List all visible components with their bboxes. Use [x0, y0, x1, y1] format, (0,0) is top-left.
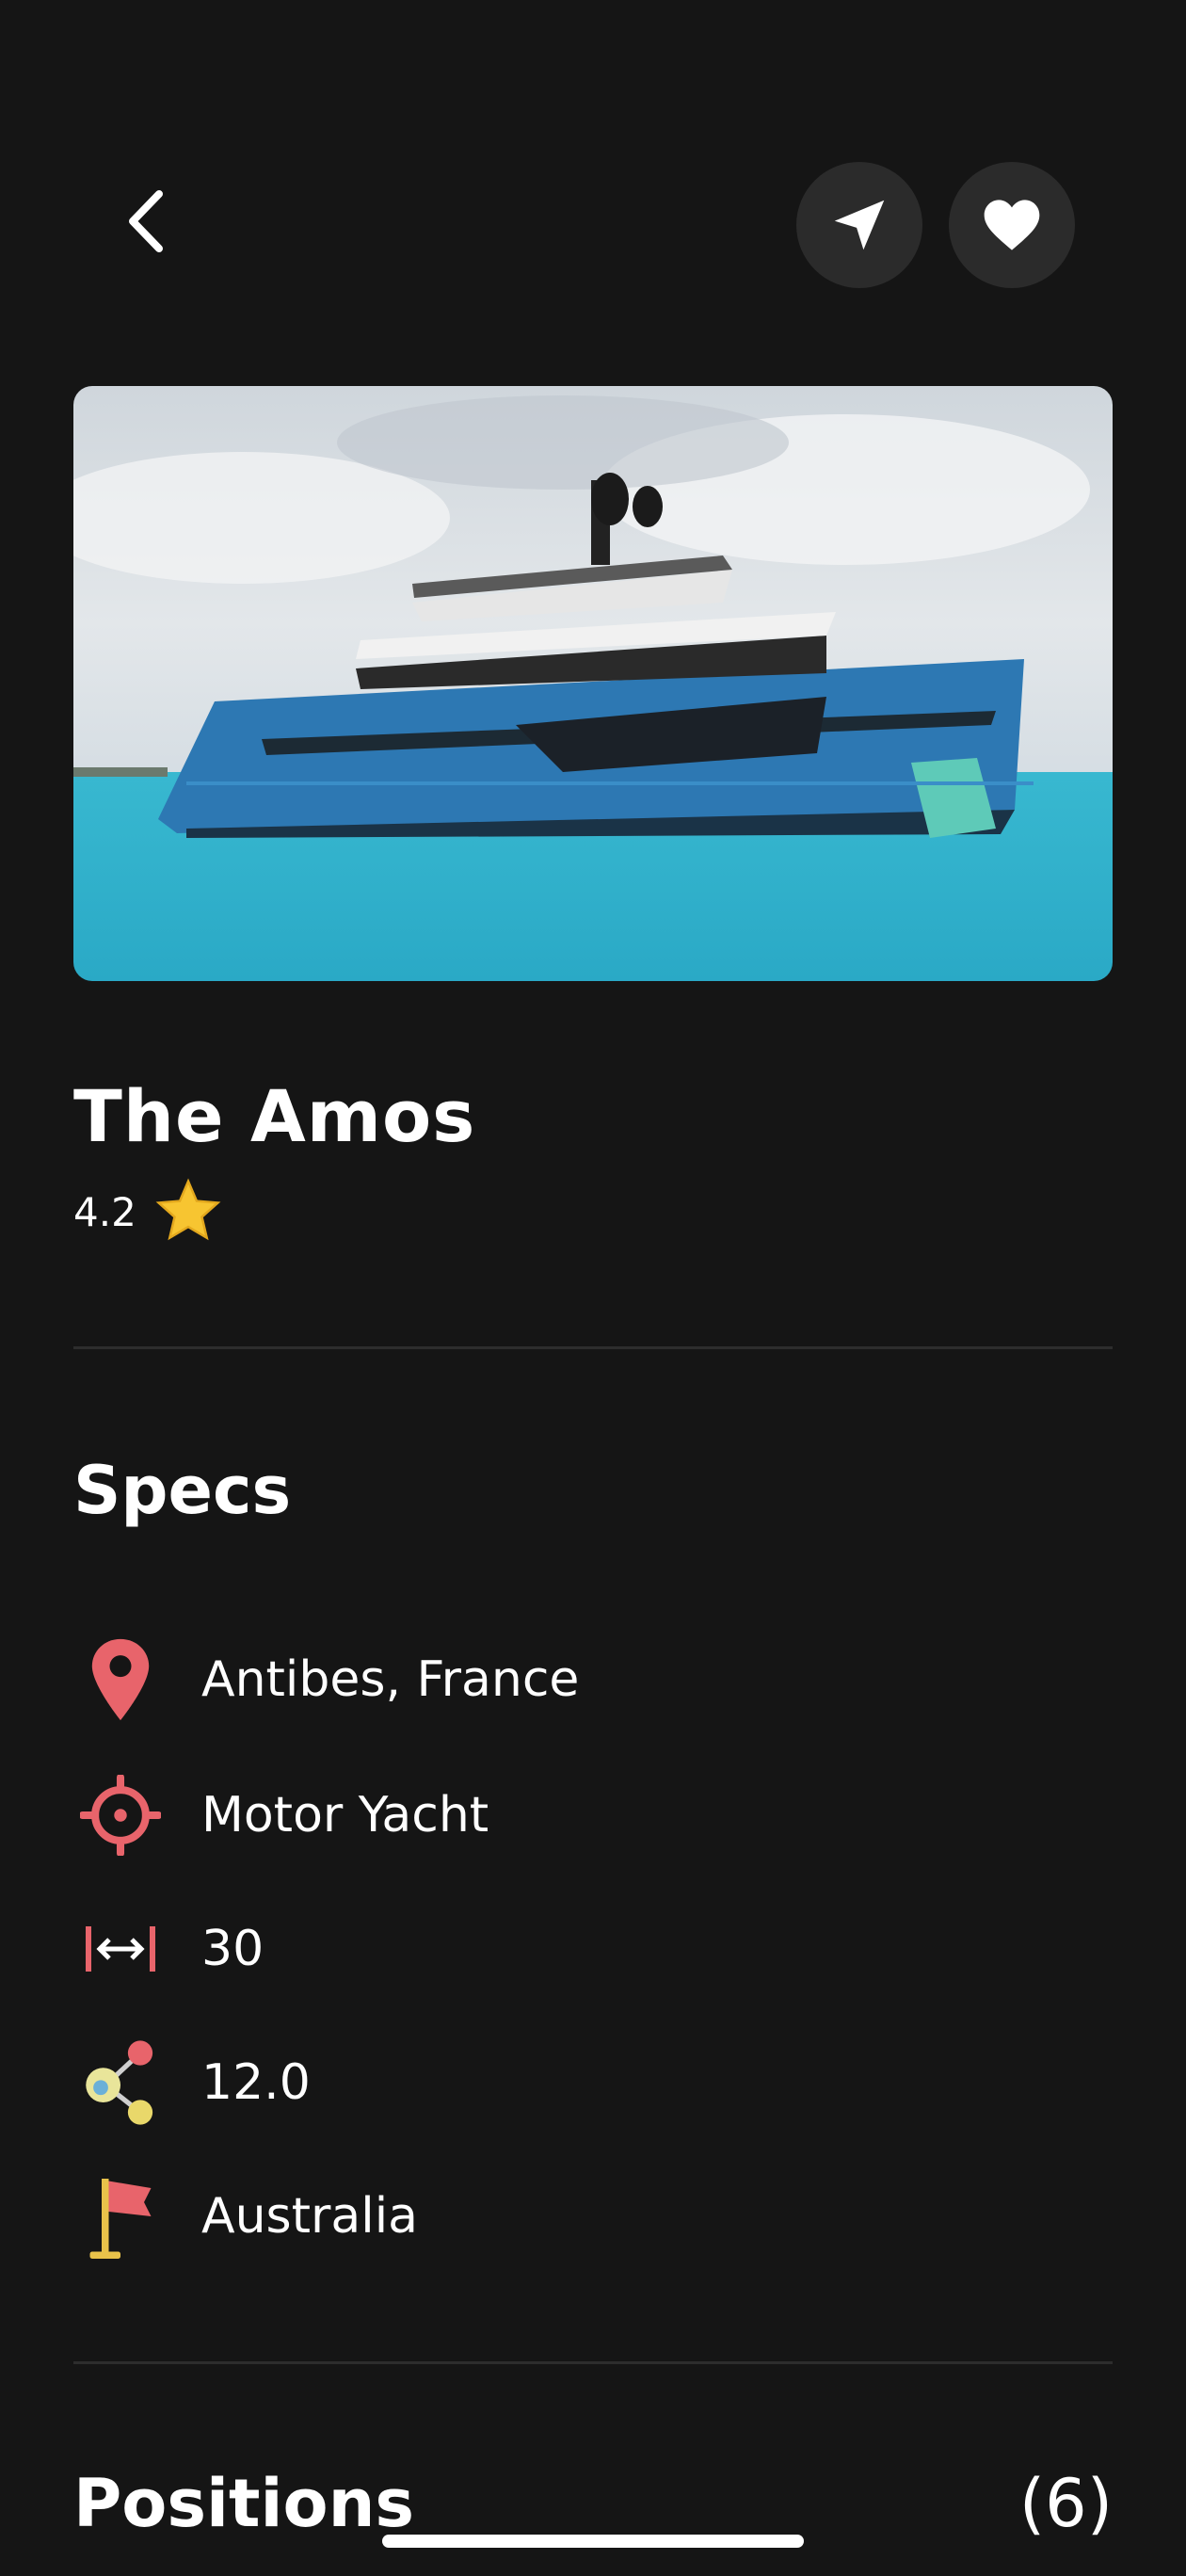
specs-title: Specs	[73, 1452, 292, 1529]
back-button[interactable]	[104, 179, 188, 264]
spec-location: Antibes, France	[73, 1634, 1015, 1725]
favorite-button[interactable]	[949, 162, 1075, 288]
spec-length: 30	[73, 1904, 1015, 1994]
positions-title: Positions	[73, 2465, 415, 2542]
spec-flag: Australia	[73, 2171, 1015, 2262]
home-indicator[interactable]	[382, 2535, 804, 2548]
heart-icon	[984, 200, 1040, 250]
network-icon	[86, 2040, 153, 2125]
length-icon	[86, 1926, 155, 1972]
divider	[73, 2361, 1113, 2364]
chevron-left-icon	[129, 190, 163, 252]
rating-value: 4.2	[73, 1188, 136, 1235]
location-pin-icon	[91, 1638, 150, 1721]
spec-flag-label: Australia	[201, 2188, 419, 2245]
spec-network-label: 12.0	[201, 2054, 311, 2111]
spec-network: 12.0	[73, 2037, 1015, 2128]
spec-length-label: 30	[201, 1921, 264, 1977]
yacht-photo	[73, 386, 1113, 981]
divider	[73, 1346, 1113, 1349]
yacht-name: The Amos	[73, 1074, 476, 1158]
star-icon	[155, 1178, 221, 1241]
share-button[interactable]	[796, 162, 922, 288]
positions-count[interactable]: (6)	[1019, 2471, 1113, 2536]
rating: 4.2	[73, 1177, 223, 1247]
spec-location-label: Antibes, France	[201, 1651, 580, 1708]
send-icon	[834, 200, 885, 250]
flag-icon	[89, 2179, 152, 2259]
spec-type: Motor Yacht	[73, 1770, 1015, 1860]
target-icon	[80, 1775, 161, 1856]
spec-type-label: Motor Yacht	[201, 1787, 489, 1843]
